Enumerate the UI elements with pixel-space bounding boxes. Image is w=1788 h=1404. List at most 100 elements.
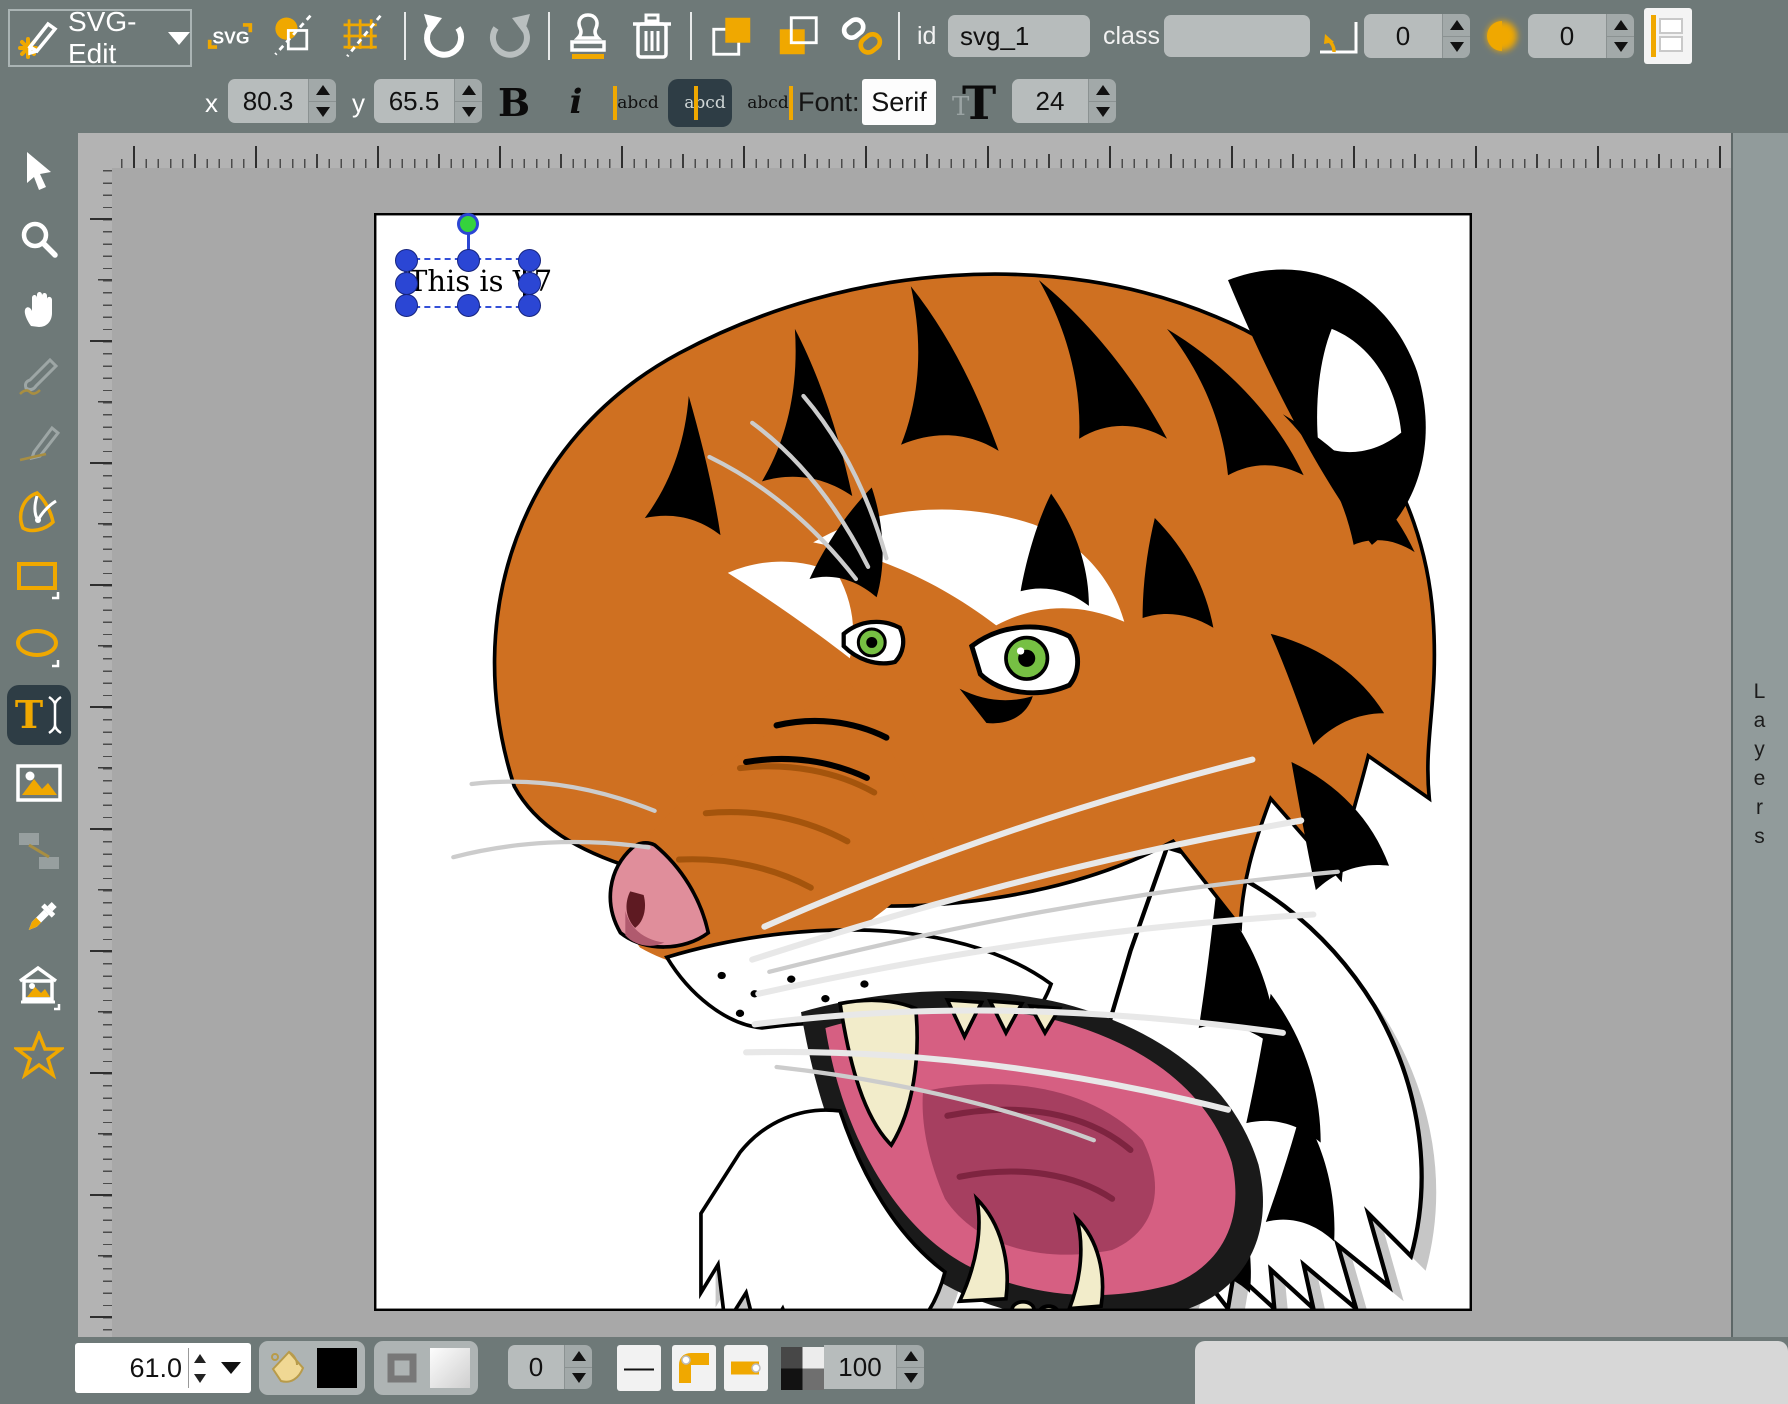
- move-to-top-button[interactable]: [708, 10, 756, 62]
- fill-color-group: [259, 1341, 365, 1395]
- selection-handle-sw[interactable]: [395, 294, 418, 317]
- selection-handle-s[interactable]: [457, 294, 480, 317]
- stroke-dash-select[interactable]: —: [617, 1345, 661, 1391]
- text-anchor-middle-button[interactable]: abcd: [668, 79, 732, 127]
- selection-handle-ne[interactable]: [518, 249, 541, 272]
- workarea[interactable]: This is V7: [112, 168, 1731, 1337]
- menu-caret-icon: [168, 32, 190, 45]
- selection-handle-w[interactable]: [395, 272, 418, 295]
- move-to-bottom-button[interactable]: [774, 10, 822, 62]
- text-cursor-icon: [47, 695, 63, 735]
- selection-handle-nw[interactable]: [395, 249, 418, 272]
- zoom-value: 61.0: [75, 1353, 188, 1384]
- font-family-button[interactable]: Serif: [862, 79, 936, 125]
- line-tool-button[interactable]: [7, 413, 71, 473]
- angle-up-button[interactable]: [1443, 14, 1470, 37]
- bottom-toolbar: 61.0 0: [0, 1337, 1788, 1404]
- main-menu-button[interactable]: SVG-Edit: [8, 9, 192, 67]
- paint-bucket-icon: [267, 1347, 309, 1389]
- zoom-tool-button[interactable]: [7, 209, 71, 269]
- toolbar-divider: [548, 12, 550, 60]
- zoom-dropdown-icon[interactable]: [221, 1362, 241, 1374]
- delete-button[interactable]: [628, 10, 676, 62]
- id-input[interactable]: svg_1: [948, 15, 1090, 57]
- font-size-up-button[interactable]: [1089, 79, 1116, 102]
- opacity-down-button[interactable]: [897, 1368, 924, 1390]
- y-label: y: [352, 88, 365, 119]
- font-size-down-button[interactable]: [1089, 102, 1116, 124]
- x-label: x: [205, 88, 218, 119]
- image-tool-button[interactable]: [7, 753, 71, 813]
- text-tool-button[interactable]: T: [7, 685, 71, 745]
- connector-tool-button[interactable]: [7, 821, 71, 881]
- tool-sidebar: T: [0, 133, 78, 1337]
- redo-button[interactable]: [486, 10, 534, 62]
- text-anchor-start-button[interactable]: abcd: [610, 79, 662, 127]
- make-link-button[interactable]: [838, 10, 886, 62]
- color-palette: [1195, 1341, 1788, 1404]
- blur-spinner[interactable]: 0: [1528, 14, 1634, 58]
- id-label: id: [917, 22, 936, 51]
- select-tool-button[interactable]: [7, 141, 71, 201]
- opacity-spinner[interactable]: 100: [824, 1345, 924, 1389]
- anchor-end-bar-icon: [789, 86, 793, 120]
- selection-handle-n[interactable]: [457, 249, 480, 272]
- opacity-up-button[interactable]: [897, 1345, 924, 1368]
- shape-library-button[interactable]: [7, 957, 71, 1017]
- zoom-control[interactable]: 61.0: [75, 1343, 251, 1393]
- stroke-linejoin-button[interactable]: [672, 1345, 716, 1391]
- selection-handle-se[interactable]: [518, 294, 541, 317]
- stroke-linecap-button[interactable]: [724, 1345, 768, 1391]
- x-down-button[interactable]: [309, 102, 336, 124]
- stroke-color-swatch[interactable]: [430, 1348, 470, 1388]
- bold-button[interactable]: B: [492, 76, 536, 128]
- selection-box: [404, 258, 532, 308]
- opacity-icon: [781, 1347, 824, 1390]
- x-spinner[interactable]: 80.3: [228, 79, 336, 123]
- editor-preferences-button[interactable]: [338, 10, 386, 62]
- blur-down-button[interactable]: [1607, 37, 1634, 59]
- text-anchor-end-button[interactable]: abcd: [744, 79, 796, 127]
- canvas[interactable]: [374, 213, 1472, 1311]
- font-size-spinner[interactable]: 24: [1012, 79, 1116, 123]
- angle-down-button[interactable]: [1443, 37, 1470, 59]
- star-tool-button[interactable]: [7, 1025, 71, 1085]
- stroke-width-spinner[interactable]: 0: [508, 1345, 592, 1389]
- y-up-button[interactable]: [455, 79, 482, 102]
- y-down-button[interactable]: [455, 102, 482, 124]
- selection-handle-e[interactable]: [518, 272, 541, 295]
- eyedropper-tool-button[interactable]: [7, 889, 71, 949]
- y-spinner[interactable]: 65.5: [374, 79, 482, 123]
- ruler-left: [78, 168, 113, 1337]
- class-label: class: [1103, 22, 1160, 51]
- fill-color-swatch[interactable]: [317, 1348, 357, 1388]
- path-tool-button[interactable]: [7, 481, 71, 541]
- angle-spinner[interactable]: 0: [1364, 14, 1470, 58]
- svg-text:SVG: SVG: [212, 27, 249, 47]
- pencil-tool-button[interactable]: [7, 345, 71, 405]
- stroke-width-down-button[interactable]: [565, 1368, 592, 1390]
- layers-panel-toggle[interactable]: Layers: [1747, 680, 1771, 854]
- ellipse-tool-button[interactable]: [7, 617, 71, 677]
- align-relative-to-button[interactable]: [1644, 8, 1692, 64]
- undo-button[interactable]: [420, 10, 468, 62]
- source-editor-button[interactable]: SVG: [206, 10, 254, 62]
- x-up-button[interactable]: [309, 79, 336, 102]
- stroke-icon: [382, 1348, 422, 1388]
- blur-up-button[interactable]: [1607, 14, 1634, 37]
- italic-button[interactable]: i: [556, 76, 596, 128]
- document-properties-button[interactable]: [268, 10, 316, 62]
- zoom-spinner[interactable]: [188, 1348, 211, 1388]
- app-title: SVG-Edit: [68, 6, 158, 70]
- rectangle-tool-button[interactable]: [7, 549, 71, 609]
- rotate-handle[interactable]: [457, 213, 479, 235]
- toolbar-divider: [898, 12, 900, 60]
- ruler-corner: [78, 133, 113, 169]
- angle-icon: [1314, 10, 1362, 62]
- pan-tool-button[interactable]: [7, 277, 71, 337]
- tiger-artwork[interactable]: [374, 213, 1472, 1311]
- clone-button[interactable]: [564, 10, 612, 62]
- ruler-top: [112, 133, 1731, 169]
- stroke-width-up-button[interactable]: [565, 1345, 592, 1368]
- class-input[interactable]: [1164, 15, 1310, 57]
